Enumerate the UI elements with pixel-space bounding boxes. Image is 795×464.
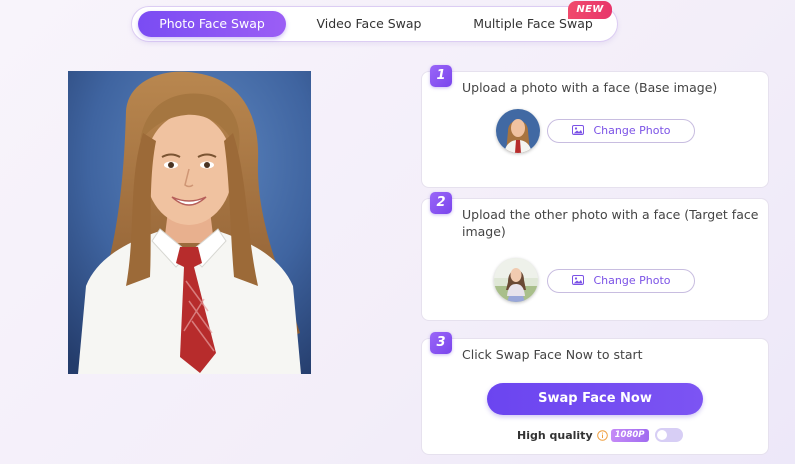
resolution-badge: 1080P xyxy=(610,428,649,442)
target-face-thumbnail[interactable] xyxy=(494,258,538,302)
step-1-instruction: Upload a photo with a face (Base image) xyxy=(462,80,718,95)
step-2-card: 2 Upload the other photo with a face (Ta… xyxy=(421,192,769,321)
step-3-card: 3 Click Swap Face Now to start Swap Face… xyxy=(421,332,769,455)
swap-face-now-button[interactable]: Swap Face Now xyxy=(487,383,703,415)
step-2-instruction: Upload the other photo with a face (Targ… xyxy=(462,207,759,239)
change-target-photo-button[interactable]: Change Photo xyxy=(547,269,695,293)
change-base-photo-label: Change Photo xyxy=(593,124,671,137)
step-3-number: 3 xyxy=(430,332,452,354)
change-base-photo-button[interactable]: Change Photo xyxy=(547,119,695,143)
info-icon[interactable] xyxy=(596,429,608,441)
image-icon xyxy=(571,275,584,285)
new-badge: NEW xyxy=(568,1,612,19)
image-icon xyxy=(571,125,584,135)
high-quality-label: High quality xyxy=(517,428,593,442)
result-preview-image xyxy=(68,71,311,374)
high-quality-toggle[interactable] xyxy=(654,428,683,442)
mode-tabs: Photo Face Swap Video Face Swap Multiple… xyxy=(131,6,618,42)
step-1-card: 1 Upload a photo with a face (Base image… xyxy=(421,65,769,188)
step-3-instruction: Click Swap Face Now to start xyxy=(462,347,643,362)
tab-video-face-swap[interactable]: Video Face Swap xyxy=(304,11,434,37)
tab-photo-face-swap[interactable]: Photo Face Swap xyxy=(138,11,286,37)
toggle-knob xyxy=(656,430,667,440)
high-quality-row: High quality 1080P xyxy=(517,428,683,444)
step-2-number: 2 xyxy=(430,192,452,214)
step-1-number: 1 xyxy=(430,65,452,87)
change-target-photo-label: Change Photo xyxy=(593,274,671,287)
base-image-thumbnail[interactable] xyxy=(496,109,540,153)
